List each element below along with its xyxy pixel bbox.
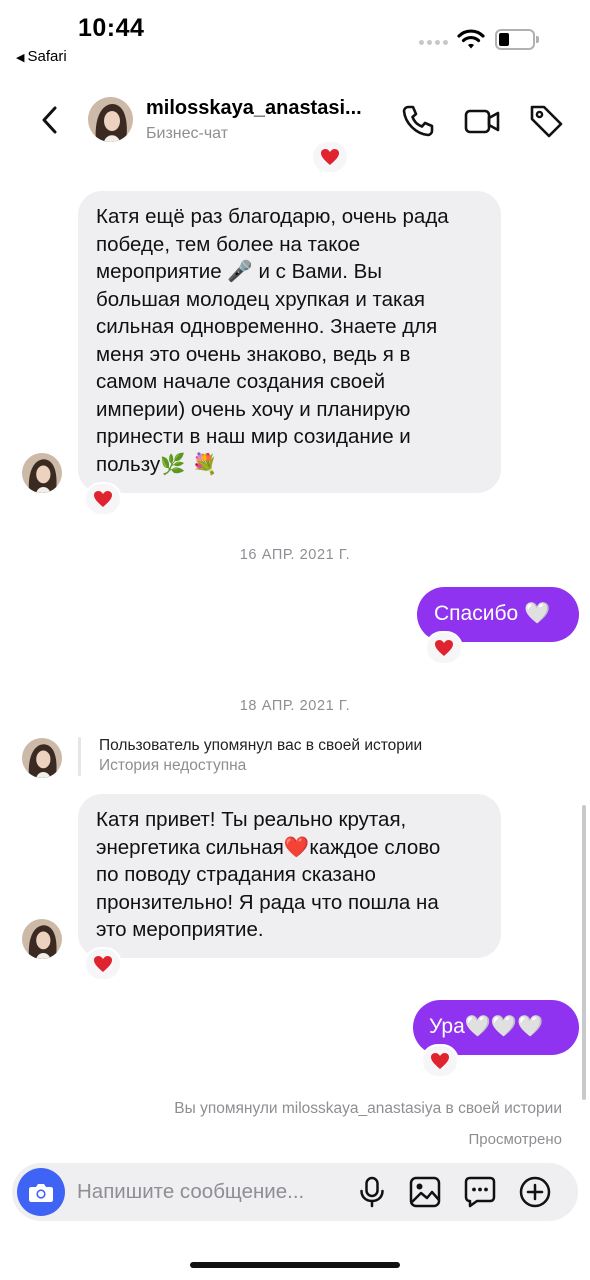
reaction-heart-icon[interactable]	[84, 947, 122, 981]
wifi-icon	[457, 29, 485, 49]
cellular-signal-icon	[419, 40, 448, 45]
microphone-emoji: 🎤	[227, 259, 253, 283]
plus-icon[interactable]	[518, 1175, 552, 1209]
plant-flowers-emoji: 🌿 💐	[160, 451, 218, 476]
story-unavailable-text: История недоступна	[99, 757, 247, 774]
message-text: Спасибо	[434, 602, 519, 625]
message-composer	[12, 1163, 578, 1221]
story-mention-text: Пользователь упомянул вас в своей истори…	[99, 737, 423, 754]
mention-notice: Вы упомянули milosskaya_anastasiya в сво…	[174, 1100, 562, 1117]
reaction-heart-icon[interactable]	[421, 1044, 459, 1078]
chat-type-label: Бизнес-чат	[146, 125, 229, 142]
date-separator: 18 АПР. 2021 Г.	[239, 698, 351, 714]
white-hearts-emoji: 🤍🤍🤍	[464, 1014, 544, 1038]
chat-header: milosskaya_anastasi... Бизнес-чат	[0, 84, 590, 156]
video-camera-icon[interactable]	[463, 102, 501, 140]
phone-icon[interactable]	[399, 102, 437, 140]
white-heart-emoji: 🤍	[524, 601, 551, 625]
microphone-icon[interactable]	[355, 1175, 389, 1209]
back-app-label: Safari	[27, 48, 67, 65]
contact-username[interactable]: milosskaya_anastasi...	[146, 97, 391, 120]
back-chevron-icon[interactable]	[36, 102, 64, 138]
incoming-message-bubble[interactable]: Катя привет! Ты реально крутая, энергети…	[78, 794, 501, 958]
tag-icon[interactable]	[527, 102, 565, 140]
reaction-heart-icon[interactable]	[84, 482, 122, 516]
incoming-message-bubble[interactable]: Катя ещё раз благодарю, очень рада побед…	[78, 191, 501, 493]
back-to-app-link[interactable]: ◀ Safari	[16, 48, 67, 65]
camera-button[interactable]	[17, 1168, 65, 1216]
reaction-heart-icon[interactable]	[425, 631, 463, 665]
camera-icon	[29, 1184, 53, 1202]
message-text: Ура	[429, 1015, 465, 1038]
battery-icon	[495, 29, 539, 50]
gallery-icon[interactable]	[408, 1175, 442, 1209]
contact-avatar[interactable]	[88, 97, 133, 142]
scrollbar[interactable]	[582, 805, 586, 1100]
sticker-chat-icon[interactable]	[463, 1175, 497, 1209]
status-time: 10:44	[78, 14, 145, 42]
message-text: Катя ещё раз благодарю, очень рада побед…	[96, 205, 449, 476]
date-separator: 16 АПР. 2021 Г.	[239, 547, 351, 563]
red-heart-emoji: ❤️	[283, 834, 310, 859]
home-indicator[interactable]	[190, 1262, 400, 1268]
message-text: Катя привет! Ты реально крутая, энергети…	[96, 808, 441, 941]
seen-status: Просмотрено	[468, 1131, 562, 1148]
sender-avatar[interactable]	[22, 453, 62, 493]
story-reply-bar	[78, 737, 81, 776]
sender-avatar[interactable]	[22, 738, 62, 778]
reaction-heart-icon[interactable]	[311, 140, 349, 174]
sender-avatar[interactable]	[22, 919, 62, 959]
avatar-photo	[88, 97, 133, 142]
status-bar: 10:44 ◀ Safari	[0, 0, 590, 80]
message-input[interactable]	[77, 1179, 347, 1205]
back-triangle-icon: ◀	[16, 52, 25, 64]
